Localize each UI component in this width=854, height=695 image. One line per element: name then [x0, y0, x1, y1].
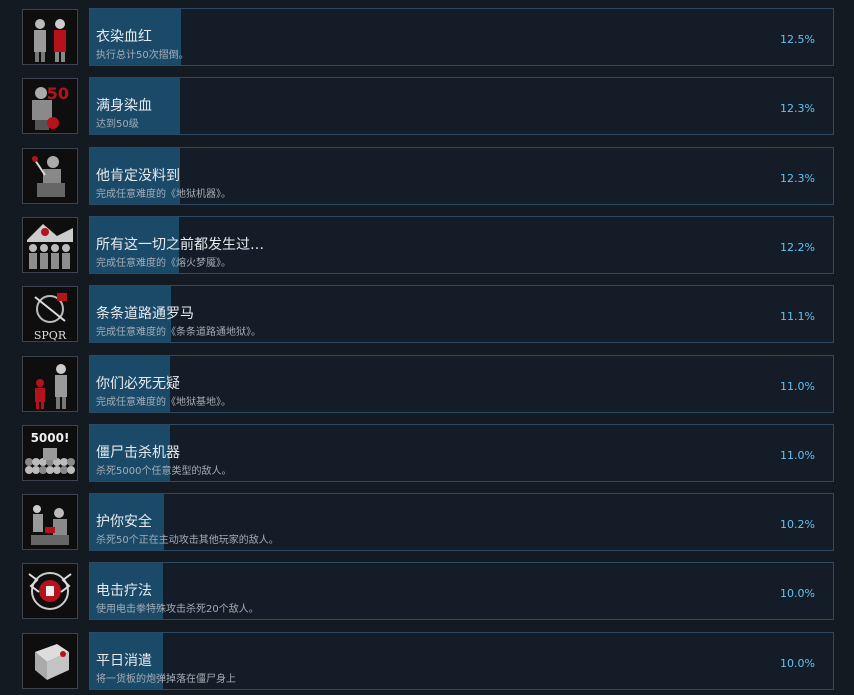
unlock-percent: 12.2% [780, 241, 815, 254]
achievement-card[interactable]: 电击疗法使用电击拳特殊攻击杀死20个敌人。 10.0% [89, 562, 834, 620]
zombie-horde-icon [22, 217, 78, 273]
achievement-list: 衣染血红 执行总计50次摺倒。 12.5% 50 满身染血 达到50级 12.3% 他肯定没料… [0, 0, 854, 695]
achievement-description: 杀死50个正在主动攻击其他玩家的敌人。 [96, 535, 279, 546]
achievement-name: 电击疗法 [96, 583, 152, 599]
achievement-card[interactable]: 护你安全杀死50个正在主动攻击其他玩家的敌人。 10.2% [89, 493, 834, 551]
unlock-percent: 10.0% [780, 587, 815, 600]
achievement-name: 平日消遣 [96, 653, 152, 669]
achievement-name: 护你安全 [96, 514, 152, 530]
achievement-card[interactable]: 衣染血红执行总计50次摺倒。 12.5% [89, 8, 834, 66]
achievement-row[interactable]: 所有这一切之前都发生过… 完成任意难度的《熔火梦魇》。 12.2% [0, 216, 854, 274]
unlock-percent: 10.0% [780, 657, 815, 670]
icon-label: SPQR [34, 329, 67, 341]
achievement-description: 完成任意难度的《条条道路通地狱》。 [96, 327, 261, 338]
achievement-row[interactable]: SPQR 条条道路通罗马完成任意难度的《条条道路通地狱》。 11.1% [0, 285, 854, 343]
icon-label: 50 [47, 84, 69, 103]
achievement-name: 他肯定没料到 [96, 168, 180, 184]
achievement-description: 杀死5000个任意类型的敌人。 [96, 466, 232, 477]
stabbing-zombie-icon [22, 148, 78, 204]
rescue-icon [22, 494, 78, 550]
achievement-card[interactable]: 你们必死无疑完成任意难度的《地狱基地》。 11.0% [89, 355, 834, 413]
pallet-crate-icon [22, 633, 78, 689]
achievement-card[interactable]: 满身染血达到50级 12.3% [89, 77, 834, 135]
spqr-icon: SPQR [22, 286, 78, 342]
achievement-description: 使用电击拳特殊攻击杀死20个敌人。 [96, 604, 259, 615]
achievement-description: 达到50级 [96, 119, 139, 130]
achievement-row[interactable]: 5000! 僵尸击杀机器杀死5000个任意类型的敌人。 11.0% [0, 424, 854, 482]
unlock-percent: 12.5% [780, 33, 815, 46]
achievement-description: 完成任意难度的《地狱机器》。 [96, 189, 231, 200]
achievement-description: 执行总计50次摺倒。 [96, 50, 189, 61]
achievement-name: 满身染血 [96, 98, 152, 114]
achievement-name: 你们必死无疑 [96, 376, 180, 392]
achievement-row[interactable]: 50 满身染血达到50级 12.3% [0, 77, 854, 135]
unlock-percent: 12.3% [780, 172, 815, 185]
unlock-percent: 10.2% [780, 518, 815, 531]
achievement-name: 衣染血红 [96, 29, 152, 45]
achievement-row[interactable]: 你们必死无疑完成任意难度的《地狱基地》。 11.0% [0, 355, 854, 413]
achievement-card[interactable]: 僵尸击杀机器杀死5000个任意类型的敌人。 11.0% [89, 424, 834, 482]
two-zombies-icon [22, 9, 78, 65]
achievement-row[interactable]: 护你安全杀死50个正在主动攻击其他玩家的敌人。 10.2% [0, 493, 854, 551]
level-50-icon: 50 [22, 78, 78, 134]
achievement-name: 僵尸击杀机器 [96, 445, 180, 461]
achievement-row[interactable]: 平日消遣将一货板的炮弹掉落在僵尸身上 10.0% [0, 632, 854, 690]
achievement-row[interactable]: 衣染血红执行总计50次摺倒。 12.5% [0, 8, 854, 66]
achievement-card[interactable]: 所有这一切之前都发生过… 完成任意难度的《熔火梦魇》。 12.2% [89, 216, 834, 274]
icon-label: 5000! [31, 431, 70, 445]
5000-skulls-icon: 5000! [22, 425, 78, 481]
achievement-row[interactable]: 电击疗法使用电击拳特殊攻击杀死20个敌人。 10.0% [0, 562, 854, 620]
unlock-percent: 11.1% [780, 310, 815, 323]
unlock-percent: 12.3% [780, 102, 815, 115]
achievement-name: 所有这一切之前都发生过… [96, 237, 264, 253]
achievement-card[interactable]: 平日消遣将一货板的炮弹掉落在僵尸身上 10.0% [89, 632, 834, 690]
achievement-card[interactable]: 他肯定没料到完成任意难度的《地狱机器》。 12.3% [89, 147, 834, 205]
achievement-description: 将一货板的炮弹掉落在僵尸身上 [96, 674, 236, 685]
unlock-percent: 11.0% [780, 449, 815, 462]
red-figure-zombie-icon [22, 356, 78, 412]
achievement-description: 完成任意难度的《熔火梦魇》。 [96, 258, 231, 269]
electric-fist-icon [22, 563, 78, 619]
achievement-name: 条条道路通罗马 [96, 306, 194, 322]
unlock-percent: 11.0% [780, 380, 815, 393]
achievement-row[interactable]: 他肯定没料到完成任意难度的《地狱机器》。 12.3% [0, 147, 854, 205]
achievement-description: 完成任意难度的《地狱基地》。 [96, 397, 231, 408]
achievement-card[interactable]: 条条道路通罗马完成任意难度的《条条道路通地狱》。 11.1% [89, 285, 834, 343]
